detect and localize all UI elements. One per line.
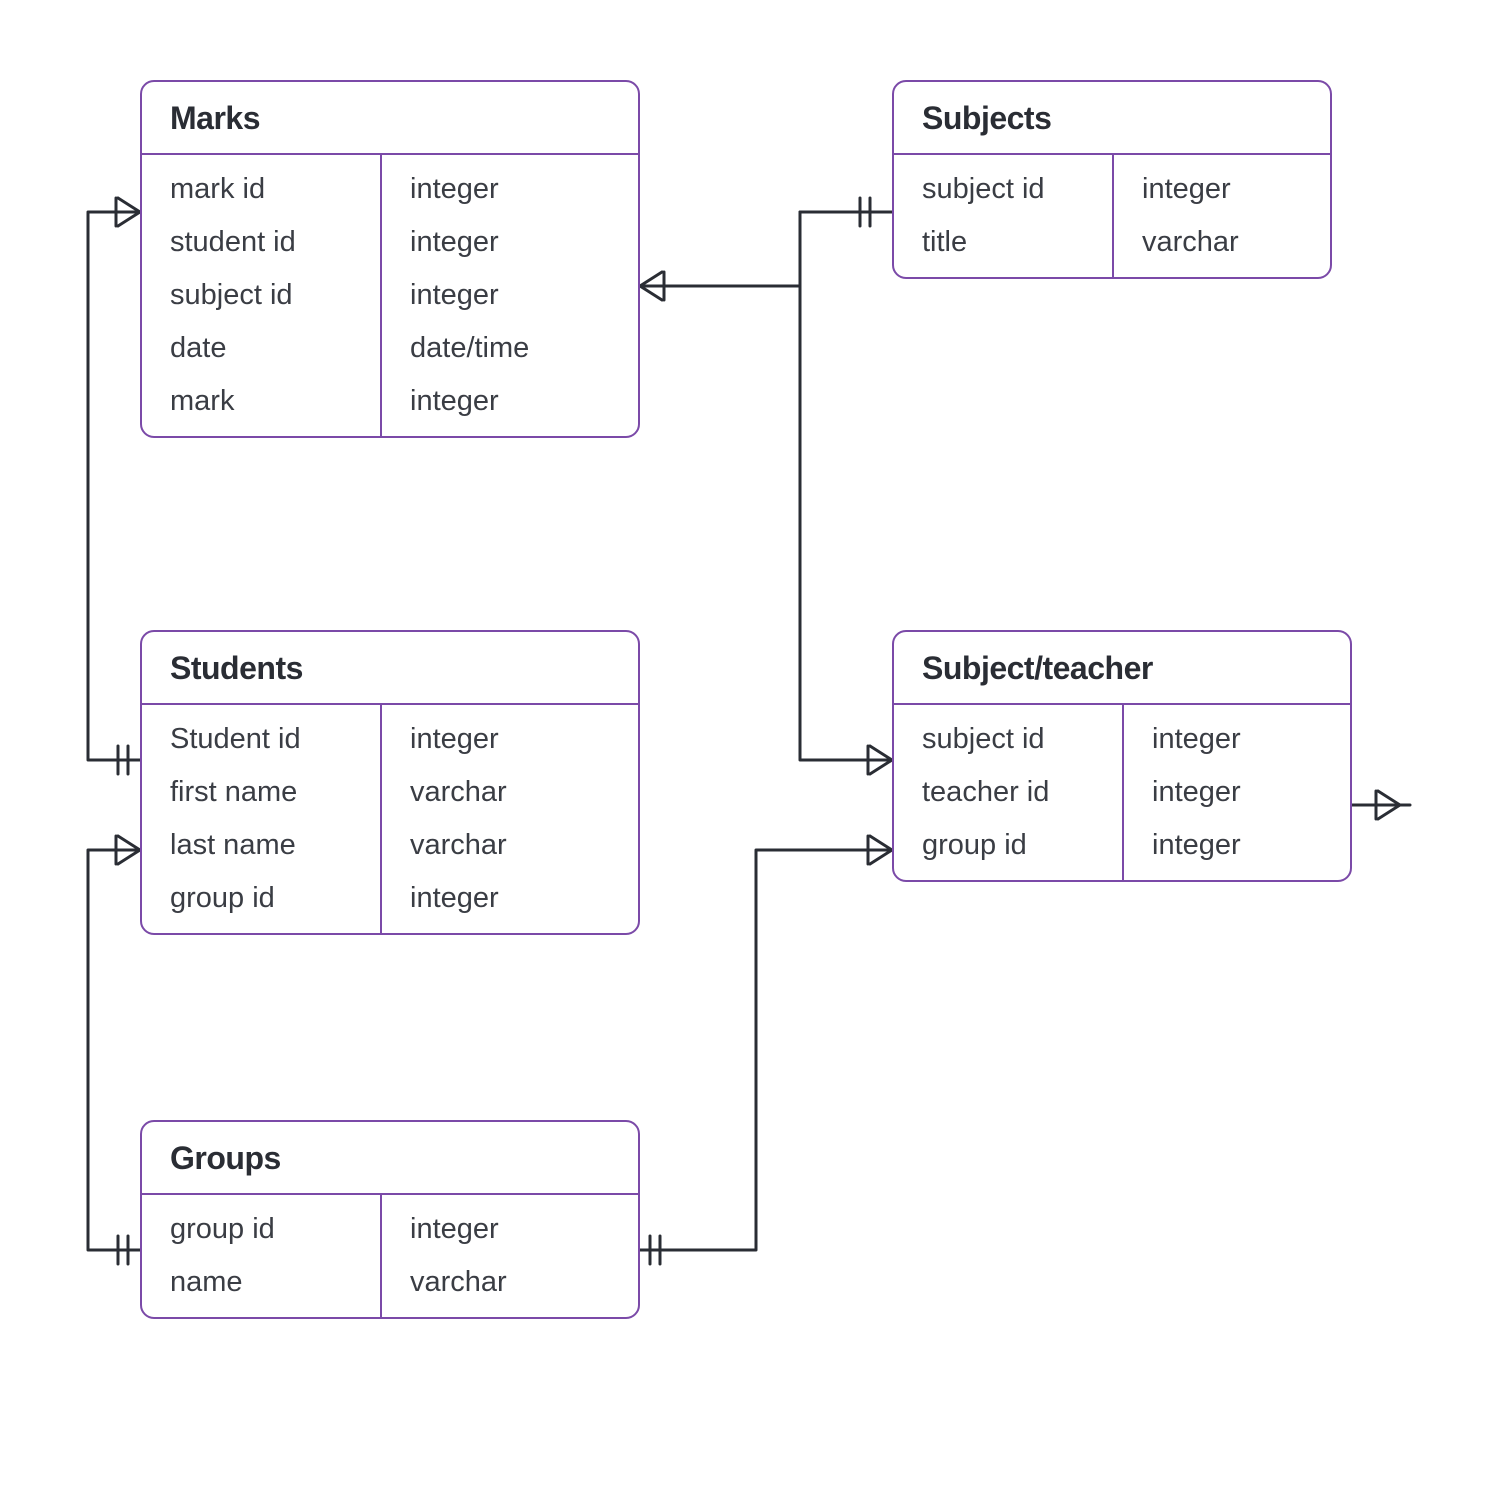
entity-body: mark id student id subject id date mark … (142, 155, 638, 436)
field-name: student id (142, 216, 380, 269)
entity-groups: Groups group id name integer varchar (140, 1120, 640, 1319)
field-type: varchar (382, 1256, 535, 1317)
card-many-foot (118, 836, 140, 864)
er-diagram-canvas: { "entities": { "marks": { "title": "Mar… (0, 0, 1500, 1500)
field-name: first name (142, 766, 380, 819)
card-many-foot (1378, 791, 1400, 819)
entity-subject-teacher: Subject/teacher subject id teacher id gr… (892, 630, 1352, 882)
field-names-col: subject id title (894, 155, 1114, 277)
entity-students: Students Student id first name last name… (140, 630, 640, 935)
field-type: integer (382, 216, 557, 269)
entity-subjects: Subjects subject id title integer varcha… (892, 80, 1332, 279)
card-many-foot (640, 272, 662, 300)
conn-students-marks (88, 212, 140, 760)
field-type: integer (382, 375, 557, 436)
field-names-col: group id name (142, 1195, 382, 1317)
field-name: date (142, 322, 380, 375)
entity-title: Marks (142, 82, 638, 155)
field-name: Student id (142, 705, 380, 766)
card-many-foot (118, 198, 140, 226)
field-names-col: subject id teacher id group id (894, 705, 1124, 880)
field-type: integer (1124, 766, 1269, 819)
entity-body: subject id teacher id group id integer i… (894, 705, 1350, 880)
field-name: subject id (894, 705, 1122, 766)
entity-body: group id name integer varchar (142, 1195, 638, 1317)
entity-body: subject id title integer varchar (894, 155, 1330, 277)
card-many-foot (870, 836, 892, 864)
field-type: varchar (382, 766, 535, 819)
field-name: subject id (142, 269, 380, 322)
field-type: date/time (382, 322, 557, 375)
entity-title: Subjects (894, 82, 1330, 155)
conn-groups-subjteach (640, 850, 892, 1250)
field-types-col: integer integer integer (1124, 705, 1269, 880)
conn-subjects-subjteach (800, 212, 892, 760)
field-type: integer (382, 705, 535, 766)
field-type: integer (382, 155, 557, 216)
field-type: integer (1124, 705, 1269, 766)
field-type: integer (1124, 819, 1269, 880)
field-name: group id (894, 819, 1122, 880)
entity-title: Subject/teacher (894, 632, 1350, 705)
field-type: varchar (382, 819, 535, 872)
card-many-foot (870, 746, 892, 774)
field-name: subject id (894, 155, 1112, 216)
field-name: group id (142, 872, 380, 933)
field-name: name (142, 1256, 380, 1317)
field-types-col: integer varchar (382, 1195, 535, 1317)
entity-title: Groups (142, 1122, 638, 1195)
field-type: integer (382, 269, 557, 322)
entity-title: Students (142, 632, 638, 705)
field-name: title (894, 216, 1112, 277)
field-names-col: mark id student id subject id date mark (142, 155, 382, 436)
entity-body: Student id first name last name group id… (142, 705, 638, 933)
field-name: mark id (142, 155, 380, 216)
field-names-col: Student id first name last name group id (142, 705, 382, 933)
entity-marks: Marks mark id student id subject id date… (140, 80, 640, 438)
field-type: varchar (1114, 216, 1267, 277)
field-name: teacher id (894, 766, 1122, 819)
field-types-col: integer varchar (1114, 155, 1267, 277)
field-types-col: integer integer integer date/time intege… (382, 155, 557, 436)
field-name: mark (142, 375, 380, 436)
field-type: integer (382, 872, 535, 933)
field-name: group id (142, 1195, 380, 1256)
field-name: last name (142, 819, 380, 872)
field-type: integer (382, 1195, 535, 1256)
field-types-col: integer varchar varchar integer (382, 705, 535, 933)
field-type: integer (1114, 155, 1267, 216)
conn-groups-students (88, 850, 140, 1250)
conn-subjects-marks (640, 212, 892, 286)
